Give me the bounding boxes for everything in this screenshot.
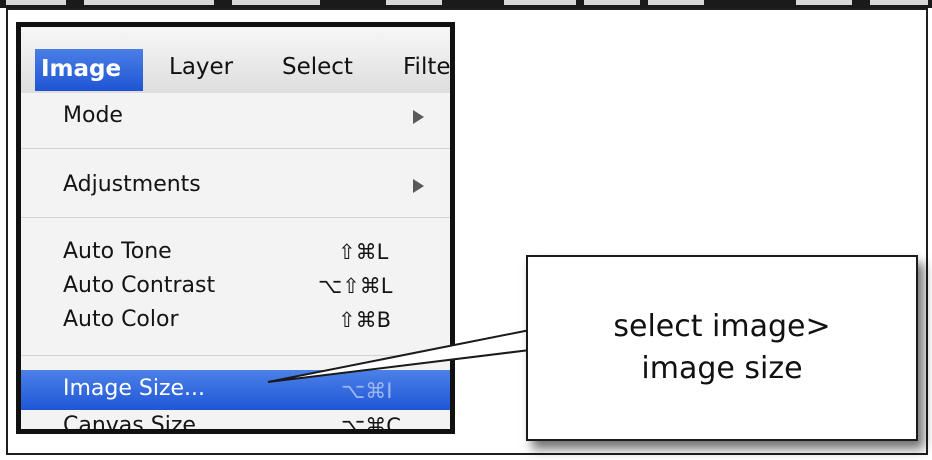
menu-item-adjustments-label: Adjustments [63, 172, 201, 197]
menu-item-auto-color-label: Auto Color [63, 307, 179, 332]
top-cropped-strip [0, 0, 932, 8]
menu-item-auto-color-shortcut: ⇧⌘B [338, 308, 392, 332]
menu-item-auto-contrast-shortcut: ⌥⇧⌘L [318, 274, 393, 298]
menu-separator [21, 148, 450, 149]
menu-bar-layer[interactable]: Layer [169, 47, 233, 87]
menu-bar-image[interactable]: Image [35, 49, 143, 91]
screenshot-stage: Image Layer Select Filte Mode Adjustment… [0, 0, 932, 460]
menu-item-image-size[interactable]: Image Size... ⌥⌘I [21, 370, 450, 410]
menu-item-auto-tone-label: Auto Tone [63, 239, 172, 264]
menu-item-image-size-shortcut: ⌥⌘I [341, 379, 393, 403]
callout-box: select image> image size [526, 255, 918, 441]
menu-bar-select[interactable]: Select [282, 47, 353, 87]
image-menu-dropdown: Mode Adjustments Auto Tone ⇧⌘L Auto Cont… [21, 93, 450, 434]
menu-item-image-size-label: Image Size... [63, 376, 206, 401]
triangle-right-icon [413, 179, 424, 193]
image-menu-screenshot: Image Layer Select Filte Mode Adjustment… [16, 22, 455, 434]
menu-item-canvas-size-shortcut: ⌥⌘C [341, 414, 401, 434]
menu-item-canvas-size-label: Canvas Size... [63, 413, 217, 434]
triangle-right-icon [413, 110, 424, 124]
menu-item-auto-tone-shortcut: ⇧⌘L [338, 240, 389, 264]
menu-separator [21, 217, 450, 218]
menu-separator [21, 355, 450, 356]
menu-bar-filter[interactable]: Filte [403, 47, 450, 87]
menu-item-auto-contrast-label: Auto Contrast [63, 273, 216, 298]
menu-item-mode-label: Mode [63, 103, 123, 128]
callout-text: select image> image size [613, 309, 831, 386]
menu-bar: Image Layer Select Filte [21, 27, 450, 94]
